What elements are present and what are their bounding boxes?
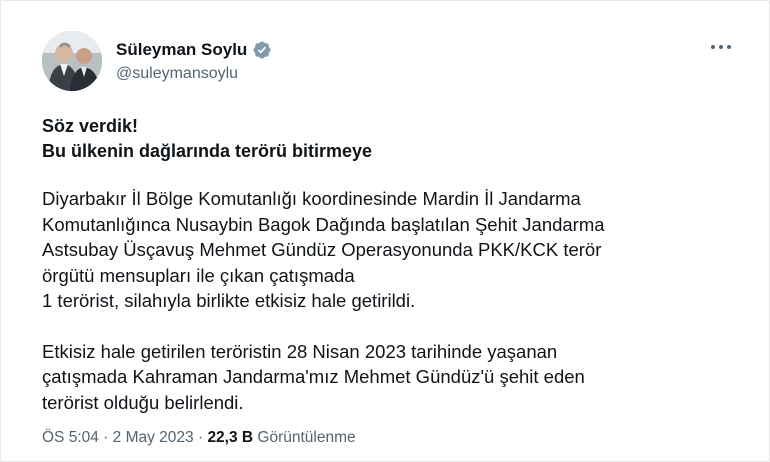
avatar[interactable] <box>42 31 102 91</box>
tweet-meta: ÖS 5:04 · 2 May 2023 · 22,3 B Görüntülen… <box>42 429 356 447</box>
tweet-header: Süleyman Soylu @suleymansoylu <box>42 31 272 91</box>
body-line: Komutanlığınca Nusaybin Bagok Dağında ba… <box>42 213 605 235</box>
body-line: Astsubay Üsçavuş Mehmet Gündüz Operasyon… <box>42 239 602 260</box>
name-row: Süleyman Soylu <box>116 39 272 61</box>
tweet-time[interactable]: ÖS 5:04 <box>42 429 99 446</box>
views-count[interactable]: 22,3 B <box>207 429 253 446</box>
views-label[interactable]: Görüntülenme <box>253 429 355 446</box>
avatar-photo <box>42 31 102 91</box>
more-horizontal-icon[interactable] <box>709 39 733 55</box>
body-line: 1 terörist, silahıyla birlikte etkisiz h… <box>42 290 416 311</box>
body-line: çatışmada Kahraman Jandarma'mız Mehmet G… <box>42 366 585 387</box>
verified-badge-icon[interactable] <box>252 40 272 60</box>
tweet-card: Süleyman Soylu @suleymansoylu Söz verdik… <box>0 0 770 462</box>
body-line: örgütü mensupları ile çıkan çatışmada <box>42 264 355 286</box>
tweet-headline: Söz verdik! Bu ülkenin dağlarında terörü… <box>42 114 742 164</box>
author-display-name[interactable]: Süleyman Soylu <box>116 40 247 60</box>
body-line: Etkisiz hale getirilen teröristin 28 Nis… <box>42 340 558 362</box>
author-names: Süleyman Soylu @suleymansoylu <box>116 39 272 83</box>
tweet-date[interactable]: 2 May 2023 <box>113 429 194 446</box>
meta-separator: · <box>98 429 113 446</box>
headline-line: Bu ülkenin dağlarında terörü bitirmeye <box>42 141 373 161</box>
author-handle[interactable]: @suleymansoylu <box>116 65 272 83</box>
meta-separator: · <box>193 429 208 446</box>
body-line: Diyarbakır İl Bölge Komutanlığı koordine… <box>42 188 581 209</box>
body-line: terörist olduğu belirlendi. <box>42 391 244 413</box>
tweet-body: Diyarbakır İl Bölge Komutanlığı koordine… <box>42 186 742 415</box>
headline-line: Söz verdik! <box>42 116 139 136</box>
